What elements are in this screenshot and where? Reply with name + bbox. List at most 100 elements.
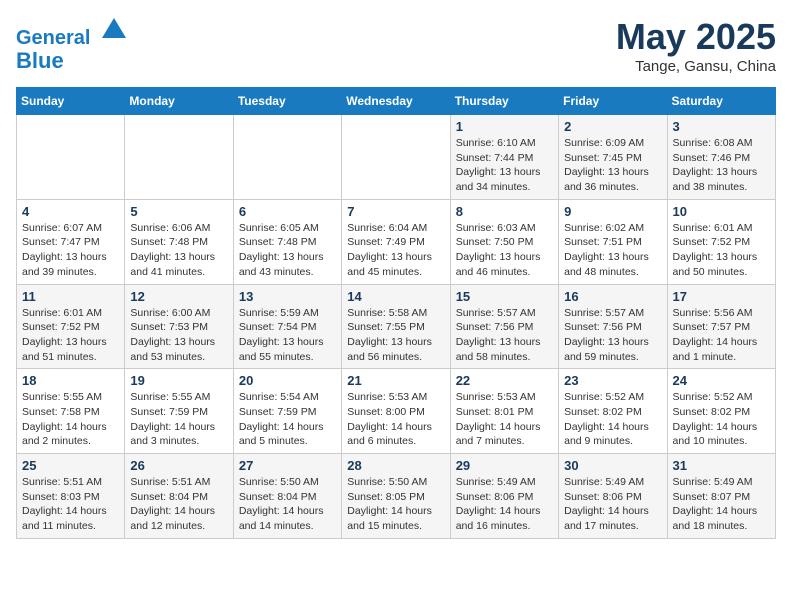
cell-info: Sunrise: 5:49 AM Sunset: 8:06 PM Dayligh… [456, 475, 553, 534]
calendar-cell: 25 Sunrise: 5:51 AM Sunset: 8:03 PM Dayli… [17, 454, 125, 539]
day-number: 22 [456, 373, 553, 388]
calendar-week-4: 18Sunrise: 5:55 AM Sunset: 7:58 PM Dayli… [17, 369, 776, 454]
calendar-cell: 10 Sunrise: 6:01 AM Sunset: 7:52 PM Dayli… [667, 199, 775, 284]
calendar-cell [342, 115, 450, 200]
day-number: 11 [22, 289, 119, 304]
logo-text: General [16, 16, 128, 49]
day-number: 24 [673, 373, 770, 388]
calendar-cell: 30Sunrise: 5:49 AM Sunset: 8:06 PM Dayli… [559, 454, 667, 539]
calendar-cell [233, 115, 341, 200]
cell-info: Sunrise: 5:53 AM Sunset: 8:01 PM Dayligh… [456, 390, 553, 449]
day-number: 31 [673, 458, 770, 473]
cell-info: Sunrise: 5:52 AM Sunset: 8:02 PM Dayligh… [673, 390, 770, 449]
cell-info: Sunrise: 6:09 AM Sunset: 7:45 PM Dayligh… [564, 136, 661, 195]
calendar-cell: 27Sunrise: 5:50 AM Sunset: 8:04 PM Dayli… [233, 454, 341, 539]
cell-info: Sunrise: 5:59 AM Sunset: 7:54 PM Dayligh… [239, 306, 336, 365]
calendar-cell: 29 Sunrise: 5:49 AM Sunset: 8:06 PM Dayli… [450, 454, 558, 539]
cell-info: Sunrise: 6:04 AM Sunset: 7:49 PM Dayligh… [347, 221, 444, 280]
cell-info: Sunrise: 5:55 AM Sunset: 7:58 PM Dayligh… [22, 390, 119, 449]
cell-info: Sunrise: 5:51 AM Sunset: 8:03 PM Dayligh… [22, 475, 119, 534]
calendar-cell: 12 Sunrise: 6:00 AM Sunset: 7:53 PM Dayli… [125, 284, 233, 369]
month-title: May 2025 [616, 16, 776, 58]
cell-info: Sunrise: 6:00 AM Sunset: 7:53 PM Dayligh… [130, 306, 227, 365]
calendar-cell: 15Sunrise: 5:57 AM Sunset: 7:56 PM Dayli… [450, 284, 558, 369]
day-number: 16 [564, 289, 661, 304]
day-number: 8 [456, 204, 553, 219]
calendar-cell: 19 Sunrise: 5:55 AM Sunset: 7:59 PM Dayli… [125, 369, 233, 454]
calendar-cell: 1 Sunrise: 6:10 AM Sunset: 7:44 PM Daylig… [450, 115, 558, 200]
day-number: 4 [22, 204, 119, 219]
calendar-cell: 22 Sunrise: 5:53 AM Sunset: 8:01 PM Dayli… [450, 369, 558, 454]
day-number: 7 [347, 204, 444, 219]
cell-info: Sunrise: 6:01 AM Sunset: 7:52 PM Dayligh… [673, 221, 770, 280]
calendar-cell [17, 115, 125, 200]
calendar-table: SundayMondayTuesdayWednesdayThursdayFrid… [16, 87, 776, 539]
cell-info: Sunrise: 6:07 AM Sunset: 7:47 PM Dayligh… [22, 221, 119, 280]
day-number: 10 [673, 204, 770, 219]
calendar-cell: 17 Sunrise: 5:56 AM Sunset: 7:57 PM Dayli… [667, 284, 775, 369]
day-number: 9 [564, 204, 661, 219]
weekday-header-tuesday: Tuesday [233, 88, 341, 115]
calendar-cell: 21Sunrise: 5:53 AM Sunset: 8:00 PM Dayli… [342, 369, 450, 454]
cell-info: Sunrise: 5:49 AM Sunset: 8:07 PM Dayligh… [673, 475, 770, 534]
day-number: 28 [347, 458, 444, 473]
calendar-cell: 7 Sunrise: 6:04 AM Sunset: 7:49 PM Daylig… [342, 199, 450, 284]
day-number: 3 [673, 119, 770, 134]
weekday-header-saturday: Saturday [667, 88, 775, 115]
cell-info: Sunrise: 5:57 AM Sunset: 7:56 PM Dayligh… [564, 306, 661, 365]
day-number: 17 [673, 289, 770, 304]
day-number: 20 [239, 373, 336, 388]
calendar-cell: 5Sunrise: 6:06 AM Sunset: 7:48 PM Daylig… [125, 199, 233, 284]
calendar-cell: 26 Sunrise: 5:51 AM Sunset: 8:04 PM Dayli… [125, 454, 233, 539]
calendar-cell: 24 Sunrise: 5:52 AM Sunset: 8:02 PM Dayli… [667, 369, 775, 454]
calendar-week-5: 25 Sunrise: 5:51 AM Sunset: 8:03 PM Dayli… [17, 454, 776, 539]
cell-info: Sunrise: 5:50 AM Sunset: 8:05 PM Dayligh… [347, 475, 444, 534]
cell-info: Sunrise: 5:51 AM Sunset: 8:04 PM Dayligh… [130, 475, 227, 534]
calendar-cell: 20 Sunrise: 5:54 AM Sunset: 7:59 PM Dayli… [233, 369, 341, 454]
weekday-header-friday: Friday [559, 88, 667, 115]
day-number: 2 [564, 119, 661, 134]
day-number: 29 [456, 458, 553, 473]
calendar-cell: 14Sunrise: 5:58 AM Sunset: 7:55 PM Dayli… [342, 284, 450, 369]
day-number: 1 [456, 119, 553, 134]
day-number: 12 [130, 289, 227, 304]
cell-info: Sunrise: 6:10 AM Sunset: 7:44 PM Dayligh… [456, 136, 553, 195]
cell-info: Sunrise: 5:54 AM Sunset: 7:59 PM Dayligh… [239, 390, 336, 449]
calendar-cell [125, 115, 233, 200]
logo: General Blue [16, 16, 128, 73]
calendar-cell: 6Sunrise: 6:05 AM Sunset: 7:48 PM Daylig… [233, 199, 341, 284]
cell-info: Sunrise: 5:56 AM Sunset: 7:57 PM Dayligh… [673, 306, 770, 365]
calendar-cell: 16 Sunrise: 5:57 AM Sunset: 7:56 PM Dayli… [559, 284, 667, 369]
day-number: 19 [130, 373, 227, 388]
day-number: 26 [130, 458, 227, 473]
weekday-header-row: SundayMondayTuesdayWednesdayThursdayFrid… [17, 88, 776, 115]
day-number: 27 [239, 458, 336, 473]
logo-blue: Blue [16, 49, 128, 73]
calendar-cell: 3 Sunrise: 6:08 AM Sunset: 7:46 PM Daylig… [667, 115, 775, 200]
calendar-week-1: 1 Sunrise: 6:10 AM Sunset: 7:44 PM Daylig… [17, 115, 776, 200]
day-number: 21 [347, 373, 444, 388]
location-subtitle: Tange, Gansu, China [616, 58, 776, 75]
day-number: 6 [239, 204, 336, 219]
calendar-cell: 28 Sunrise: 5:50 AM Sunset: 8:05 PM Dayli… [342, 454, 450, 539]
logo-icon [100, 16, 128, 44]
cell-info: Sunrise: 5:52 AM Sunset: 8:02 PM Dayligh… [564, 390, 661, 449]
day-number: 23 [564, 373, 661, 388]
cell-info: Sunrise: 6:03 AM Sunset: 7:50 PM Dayligh… [456, 221, 553, 280]
cell-info: Sunrise: 6:02 AM Sunset: 7:51 PM Dayligh… [564, 221, 661, 280]
weekday-header-thursday: Thursday [450, 88, 558, 115]
calendar-cell: 2 Sunrise: 6:09 AM Sunset: 7:45 PM Daylig… [559, 115, 667, 200]
cell-info: Sunrise: 5:55 AM Sunset: 7:59 PM Dayligh… [130, 390, 227, 449]
day-number: 30 [564, 458, 661, 473]
title-block: May 2025 Tange, Gansu, China [616, 16, 776, 75]
weekday-header-monday: Monday [125, 88, 233, 115]
day-number: 25 [22, 458, 119, 473]
calendar-cell: 23 Sunrise: 5:52 AM Sunset: 8:02 PM Dayli… [559, 369, 667, 454]
calendar-cell: 9 Sunrise: 6:02 AM Sunset: 7:51 PM Daylig… [559, 199, 667, 284]
calendar-cell: 4 Sunrise: 6:07 AM Sunset: 7:47 PM Daylig… [17, 199, 125, 284]
weekday-header-sunday: Sunday [17, 88, 125, 115]
calendar-cell: 18Sunrise: 5:55 AM Sunset: 7:58 PM Dayli… [17, 369, 125, 454]
day-number: 15 [456, 289, 553, 304]
calendar-cell: 11Sunrise: 6:01 AM Sunset: 7:52 PM Dayli… [17, 284, 125, 369]
cell-info: Sunrise: 6:08 AM Sunset: 7:46 PM Dayligh… [673, 136, 770, 195]
